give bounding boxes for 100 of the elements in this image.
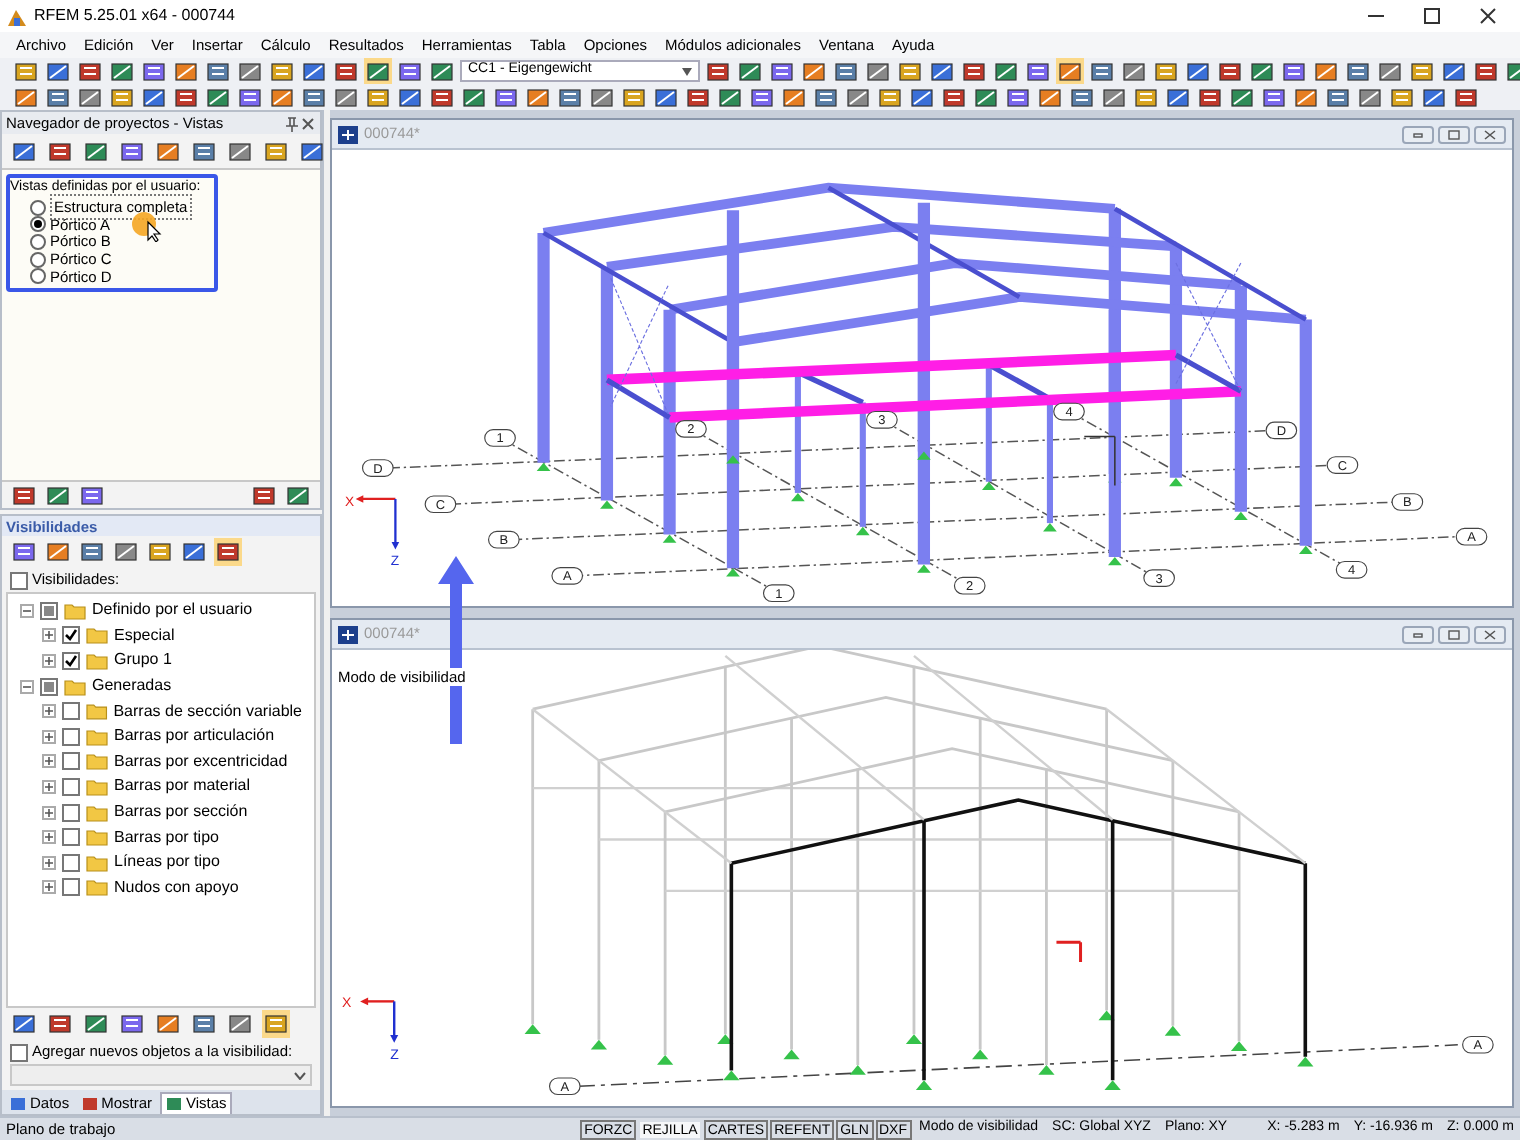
expand-toggle[interactable] bbox=[42, 779, 56, 794]
radio-button[interactable] bbox=[30, 199, 46, 216]
checkbox[interactable] bbox=[10, 1043, 28, 1061]
toolbar-icon[interactable] bbox=[44, 538, 72, 566]
tree-item-label[interactable]: Generadas bbox=[92, 674, 172, 699]
toolbar-icon[interactable] bbox=[1132, 83, 1160, 111]
toolbar-icon[interactable] bbox=[748, 83, 776, 111]
expand-toggle[interactable] bbox=[42, 628, 56, 643]
toolbar-icon[interactable] bbox=[1376, 57, 1404, 85]
toolbar-icon[interactable] bbox=[300, 57, 328, 85]
tree-item-label[interactable]: Barras por sección bbox=[114, 800, 248, 825]
toolbar-icon[interactable] bbox=[10, 538, 38, 566]
toolbar-icon[interactable] bbox=[108, 83, 136, 111]
toolbar-icon[interactable] bbox=[780, 83, 808, 111]
checkbox[interactable] bbox=[62, 752, 80, 771]
toolbar-icon[interactable] bbox=[768, 57, 796, 85]
toolbar-icon[interactable] bbox=[844, 83, 872, 111]
toolbar-icon[interactable] bbox=[140, 83, 168, 111]
toolbar-icon[interactable] bbox=[960, 57, 988, 85]
toolbar-icon[interactable] bbox=[284, 481, 312, 509]
toolbar-icon[interactable] bbox=[172, 83, 200, 111]
toolbar-icon[interactable] bbox=[1312, 57, 1340, 85]
checkbox[interactable] bbox=[62, 651, 80, 670]
toolbar-icon[interactable] bbox=[226, 137, 254, 165]
toolbar-icon[interactable] bbox=[1440, 57, 1468, 85]
toolbar-icon[interactable] bbox=[1056, 57, 1084, 85]
toolbar-icon[interactable] bbox=[1228, 83, 1256, 111]
toolbar-icon[interactable] bbox=[12, 57, 40, 85]
toolbar-icon[interactable] bbox=[46, 1010, 74, 1038]
toolbar-icon[interactable] bbox=[236, 57, 264, 85]
toolbar-icon[interactable] bbox=[1216, 57, 1244, 85]
toolbar-icon[interactable] bbox=[812, 83, 840, 111]
toolbar-icon[interactable] bbox=[556, 83, 584, 111]
expand-toggle[interactable] bbox=[42, 729, 56, 744]
expand-toggle[interactable] bbox=[42, 880, 56, 895]
toolbar-icon[interactable] bbox=[44, 481, 72, 509]
expand-toggle[interactable] bbox=[42, 754, 56, 769]
toolbar-icon[interactable] bbox=[972, 83, 1000, 111]
toolbar-icon[interactable] bbox=[46, 137, 74, 165]
toolbar-icon[interactable] bbox=[492, 83, 520, 111]
toolbar-icon[interactable] bbox=[928, 57, 956, 85]
toolbar-icon[interactable] bbox=[1100, 83, 1128, 111]
toolbar-icon[interactable] bbox=[1088, 57, 1116, 85]
tree-item-label[interactable]: Barras por material bbox=[114, 774, 251, 799]
toolbar-icon[interactable] bbox=[1068, 83, 1096, 111]
toolbar-icon[interactable] bbox=[652, 83, 680, 111]
checkbox[interactable] bbox=[62, 828, 80, 847]
toolbar-icon[interactable] bbox=[364, 57, 392, 85]
toolbar-icon[interactable] bbox=[1004, 83, 1032, 111]
toolbar-icon[interactable] bbox=[1420, 83, 1448, 111]
toolbar-icon[interactable] bbox=[620, 83, 648, 111]
toolbar-icon[interactable] bbox=[78, 538, 106, 566]
toolbar-icon[interactable] bbox=[146, 538, 174, 566]
dropdown-field[interactable] bbox=[10, 1064, 312, 1086]
toolbar-icon[interactable] bbox=[1280, 57, 1308, 85]
toolbar-icon[interactable] bbox=[332, 57, 360, 85]
toolbar-icon[interactable] bbox=[428, 83, 456, 111]
expand-toggle[interactable] bbox=[42, 855, 56, 870]
radio-button[interactable] bbox=[30, 216, 46, 233]
tree-item-label[interactable]: Barras por articulación bbox=[114, 724, 275, 749]
toolbar-icon[interactable] bbox=[736, 57, 764, 85]
toolbar-icon[interactable] bbox=[1260, 83, 1288, 111]
toolbar-icon[interactable] bbox=[140, 57, 168, 85]
toolbar-icon[interactable] bbox=[1292, 83, 1320, 111]
toolbar-icon[interactable] bbox=[396, 57, 424, 85]
toolbar-icon[interactable] bbox=[190, 137, 218, 165]
toolbar-icon[interactable] bbox=[832, 57, 860, 85]
toolbar-icon[interactable] bbox=[1452, 83, 1480, 111]
toolbar-icon[interactable] bbox=[704, 57, 732, 85]
toolbar-icon[interactable] bbox=[10, 137, 38, 165]
toolbar-icon[interactable] bbox=[154, 1010, 182, 1038]
expand-toggle[interactable] bbox=[42, 805, 56, 820]
checkbox[interactable] bbox=[10, 571, 28, 589]
toolbar-icon[interactable] bbox=[428, 57, 456, 85]
toolbar-icon[interactable] bbox=[76, 57, 104, 85]
checkbox[interactable] bbox=[62, 878, 80, 897]
checkbox[interactable] bbox=[62, 853, 80, 872]
toolbar-icon[interactable] bbox=[298, 137, 326, 165]
toolbar-icon[interactable] bbox=[236, 83, 264, 111]
toolbar-icon[interactable] bbox=[172, 57, 200, 85]
toolbar-icon[interactable] bbox=[396, 83, 424, 111]
toolbar-icon[interactable] bbox=[1152, 57, 1180, 85]
toolbar-icon[interactable] bbox=[364, 83, 392, 111]
toolbar-icon[interactable] bbox=[214, 538, 242, 566]
toolbar-icon[interactable] bbox=[108, 57, 136, 85]
toolbar-icon[interactable] bbox=[190, 1010, 218, 1038]
toolbar-icon[interactable] bbox=[1248, 57, 1276, 85]
toolbar-icon[interactable] bbox=[262, 137, 290, 165]
toolbar-icon[interactable] bbox=[992, 57, 1020, 85]
toolbar-icon[interactable] bbox=[588, 83, 616, 111]
toolbar-icon[interactable] bbox=[118, 137, 146, 165]
toolbar-icon[interactable] bbox=[940, 83, 968, 111]
toolbar-icon[interactable] bbox=[82, 137, 110, 165]
toolbar-icon[interactable] bbox=[154, 137, 182, 165]
radio-button[interactable] bbox=[30, 233, 46, 250]
toolbar-icon[interactable] bbox=[1408, 57, 1436, 85]
toolbar-icon[interactable] bbox=[460, 83, 488, 111]
checkbox[interactable] bbox=[62, 727, 80, 746]
checkbox[interactable] bbox=[62, 626, 80, 645]
toolbar-icon[interactable] bbox=[204, 83, 232, 111]
